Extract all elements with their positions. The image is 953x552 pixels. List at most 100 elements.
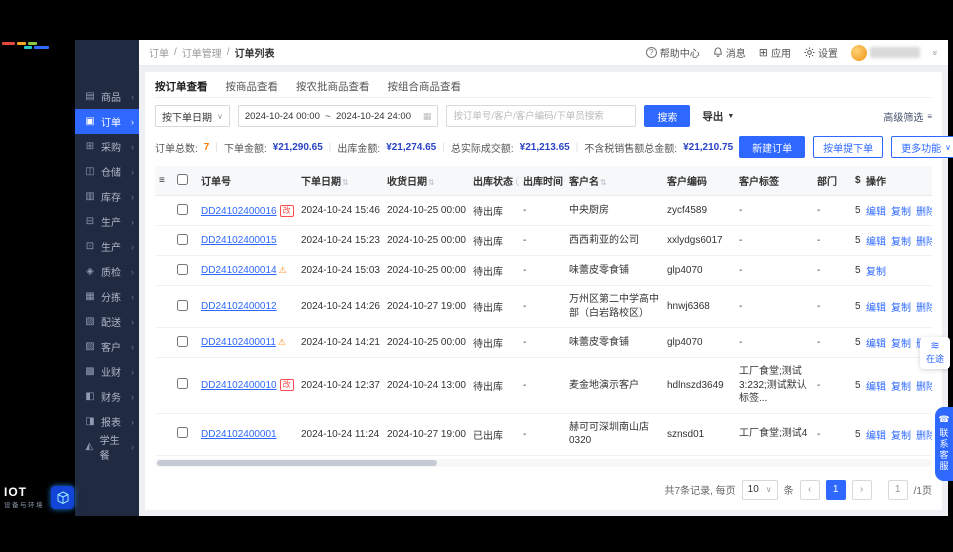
edit-link[interactable]: 编辑 xyxy=(866,207,886,218)
sidebar-item-bizfinance[interactable]: ▩ 业财 › xyxy=(75,359,139,384)
date-range-input[interactable] xyxy=(244,110,417,122)
copy-link[interactable]: 复制 xyxy=(891,207,911,218)
row-checkbox[interactable] xyxy=(177,427,188,438)
chevron-right-icon: › xyxy=(131,116,134,127)
sort-icon[interactable]: ⇅ xyxy=(342,178,349,187)
order-number-link[interactable]: DD24102400016 xyxy=(201,206,277,217)
row-checkbox[interactable] xyxy=(177,299,188,311)
date-range-picker[interactable]: ▦ xyxy=(237,105,439,127)
order-number-link[interactable]: DD24102400012 xyxy=(201,301,277,312)
select-all-checkbox[interactable] xyxy=(177,173,188,185)
col-customer[interactable]: 客户名⇅ xyxy=(565,166,663,196)
edit-link[interactable]: 编辑 xyxy=(866,431,886,442)
dept-cell: - xyxy=(813,255,854,286)
info-icon[interactable]: ⓘ xyxy=(516,177,519,187)
checkbox-cell xyxy=(173,327,197,358)
sidebar-item-delivery[interactable]: ▧ 配送 › xyxy=(75,309,139,334)
expand-cell xyxy=(155,413,173,456)
sort-icon[interactable]: ⇅ xyxy=(428,178,435,187)
sidebar-item-production-1[interactable]: ⊟ 生产 › xyxy=(75,209,139,234)
tab-by-order[interactable]: 按订单查看 xyxy=(155,79,208,94)
sidebar-item-production-2[interactable]: ⊡ 生产 › xyxy=(75,234,139,259)
pick-by-order-button[interactable]: 按单提下单 xyxy=(813,136,884,158)
edit-link[interactable]: 编辑 xyxy=(866,303,886,314)
order-number-link[interactable]: DD24102400014 xyxy=(201,265,277,276)
copy-link[interactable]: 复制 xyxy=(866,267,886,278)
delete-link[interactable]: 删除 xyxy=(916,431,932,442)
page-size-select[interactable]: 10 ∨ xyxy=(741,479,778,500)
sidebar-item-studentmeal[interactable]: ◭ 学生餐 › xyxy=(75,434,139,462)
search-input[interactable] xyxy=(446,105,637,127)
user-account[interactable] xyxy=(850,44,920,61)
sidebar-item-warehouse[interactable]: ◫ 仓储 › xyxy=(75,159,139,184)
scrollbar-thumb[interactable] xyxy=(157,459,437,466)
col-delivery-date[interactable]: 收货日期⇅ xyxy=(383,166,469,196)
col-order-date[interactable]: 下单日期⇅ xyxy=(297,166,383,196)
order-number-link[interactable]: DD24102400015 xyxy=(201,235,277,246)
sidebar-item-customers[interactable]: ▨ 客户 › xyxy=(75,334,139,359)
chevron-right-icon: › xyxy=(131,141,134,152)
tab-by-combo-product[interactable]: 按组合商品查看 xyxy=(388,79,462,94)
help-center-button[interactable]: ? 帮助中心 xyxy=(645,45,700,60)
col-clipped: $ xyxy=(854,166,862,196)
export-button[interactable]: 导出 ▼ xyxy=(702,109,734,124)
expand-cell xyxy=(155,285,173,328)
copy-link[interactable]: 复制 xyxy=(891,237,911,248)
page-jump-input[interactable]: 1 xyxy=(887,479,908,500)
sort-icon[interactable]: ⇅ xyxy=(600,178,607,187)
prev-page-button[interactable]: ‹ xyxy=(799,479,820,500)
advanced-filter-button[interactable]: 高级筛选 ≡ xyxy=(883,109,932,124)
page-1-button[interactable]: 1 xyxy=(825,479,846,500)
settings-button[interactable]: 设置 xyxy=(804,45,838,60)
delete-link[interactable]: 删除 xyxy=(916,237,932,248)
more-features-button[interactable]: 更多功能 ∨ xyxy=(891,136,953,158)
sidebar-item-finance[interactable]: ◧ 财务 › xyxy=(75,384,139,409)
delete-link[interactable]: 删除 xyxy=(916,207,932,218)
row-checkbox[interactable] xyxy=(177,378,188,390)
sidebar-item-sorting[interactable]: ▦ 分拣 › xyxy=(75,284,139,309)
tab-by-product[interactable]: 按商品查看 xyxy=(226,79,279,94)
col-outbound-time[interactable]: 出库时间⇅ xyxy=(519,166,565,196)
new-order-button[interactable]: 新建订单 xyxy=(739,136,806,158)
row-checkbox[interactable] xyxy=(177,335,188,347)
collapse-icon[interactable]: » xyxy=(930,50,940,55)
sidebar-item-qc[interactable]: ◈ 质检 › xyxy=(75,259,139,284)
order-number-link[interactable]: DD24102400011 xyxy=(201,337,276,348)
copy-link[interactable]: 复制 xyxy=(891,339,911,350)
row-checkbox[interactable] xyxy=(177,233,188,245)
sort-icon[interactable]: ⇅ xyxy=(564,178,565,187)
next-page-button[interactable]: › xyxy=(851,479,872,500)
customer-code-cell: hdlnszd3649 xyxy=(663,357,735,414)
col-outbound-status-label: 出库状态 xyxy=(473,177,513,188)
expand-cell xyxy=(155,195,173,226)
tab-by-agri-product[interactable]: 按农批商品查看 xyxy=(296,79,370,94)
copy-link[interactable]: 复制 xyxy=(891,303,911,314)
delete-link[interactable]: 删除 xyxy=(916,382,932,393)
sidebar-item-orders[interactable]: ▣ 订单 › xyxy=(75,109,139,134)
sidebar-item-goods[interactable]: ▤ 商品 › xyxy=(75,84,139,109)
order-number-link[interactable]: DD24102400010 xyxy=(201,380,277,391)
in-transit-widget[interactable]: ≋ 在途 xyxy=(920,337,950,369)
contact-support-button[interactable]: ☎ 联系客服 xyxy=(935,407,953,481)
checkbox-cell xyxy=(173,195,197,226)
sidebar-item-purchase[interactable]: ⊞ 采购 › xyxy=(75,134,139,159)
search-button[interactable]: 搜索 xyxy=(644,105,691,127)
edit-link[interactable]: 编辑 xyxy=(866,237,886,248)
row-checkbox[interactable] xyxy=(177,263,188,275)
breadcrumb-orders[interactable]: 订单 xyxy=(149,45,169,60)
delete-link[interactable]: 删除 xyxy=(916,303,932,314)
row-checkbox[interactable] xyxy=(177,203,188,215)
edit-link[interactable]: 编辑 xyxy=(866,339,886,350)
order-number-link[interactable]: DD24102400001 xyxy=(201,429,277,440)
date-field-select[interactable]: 按下单日期 ∨ xyxy=(155,105,230,127)
expand-all-header[interactable]: ≡ xyxy=(155,166,173,196)
messages-button[interactable]: 消息 xyxy=(713,45,746,60)
copy-link[interactable]: 复制 xyxy=(891,431,911,442)
apps-button[interactable]: ⊞ 应用 xyxy=(759,45,791,60)
summary-total-label: 订单总数: xyxy=(155,143,198,155)
breadcrumb-order-mgmt[interactable]: 订单管理 xyxy=(182,45,222,60)
sidebar-item-inventory[interactable]: ▥ 库存 › xyxy=(75,184,139,209)
edit-link[interactable]: 编辑 xyxy=(866,382,886,393)
sidebar-item-reports[interactable]: ◨ 报表 › xyxy=(75,409,139,434)
copy-link[interactable]: 复制 xyxy=(891,382,911,393)
